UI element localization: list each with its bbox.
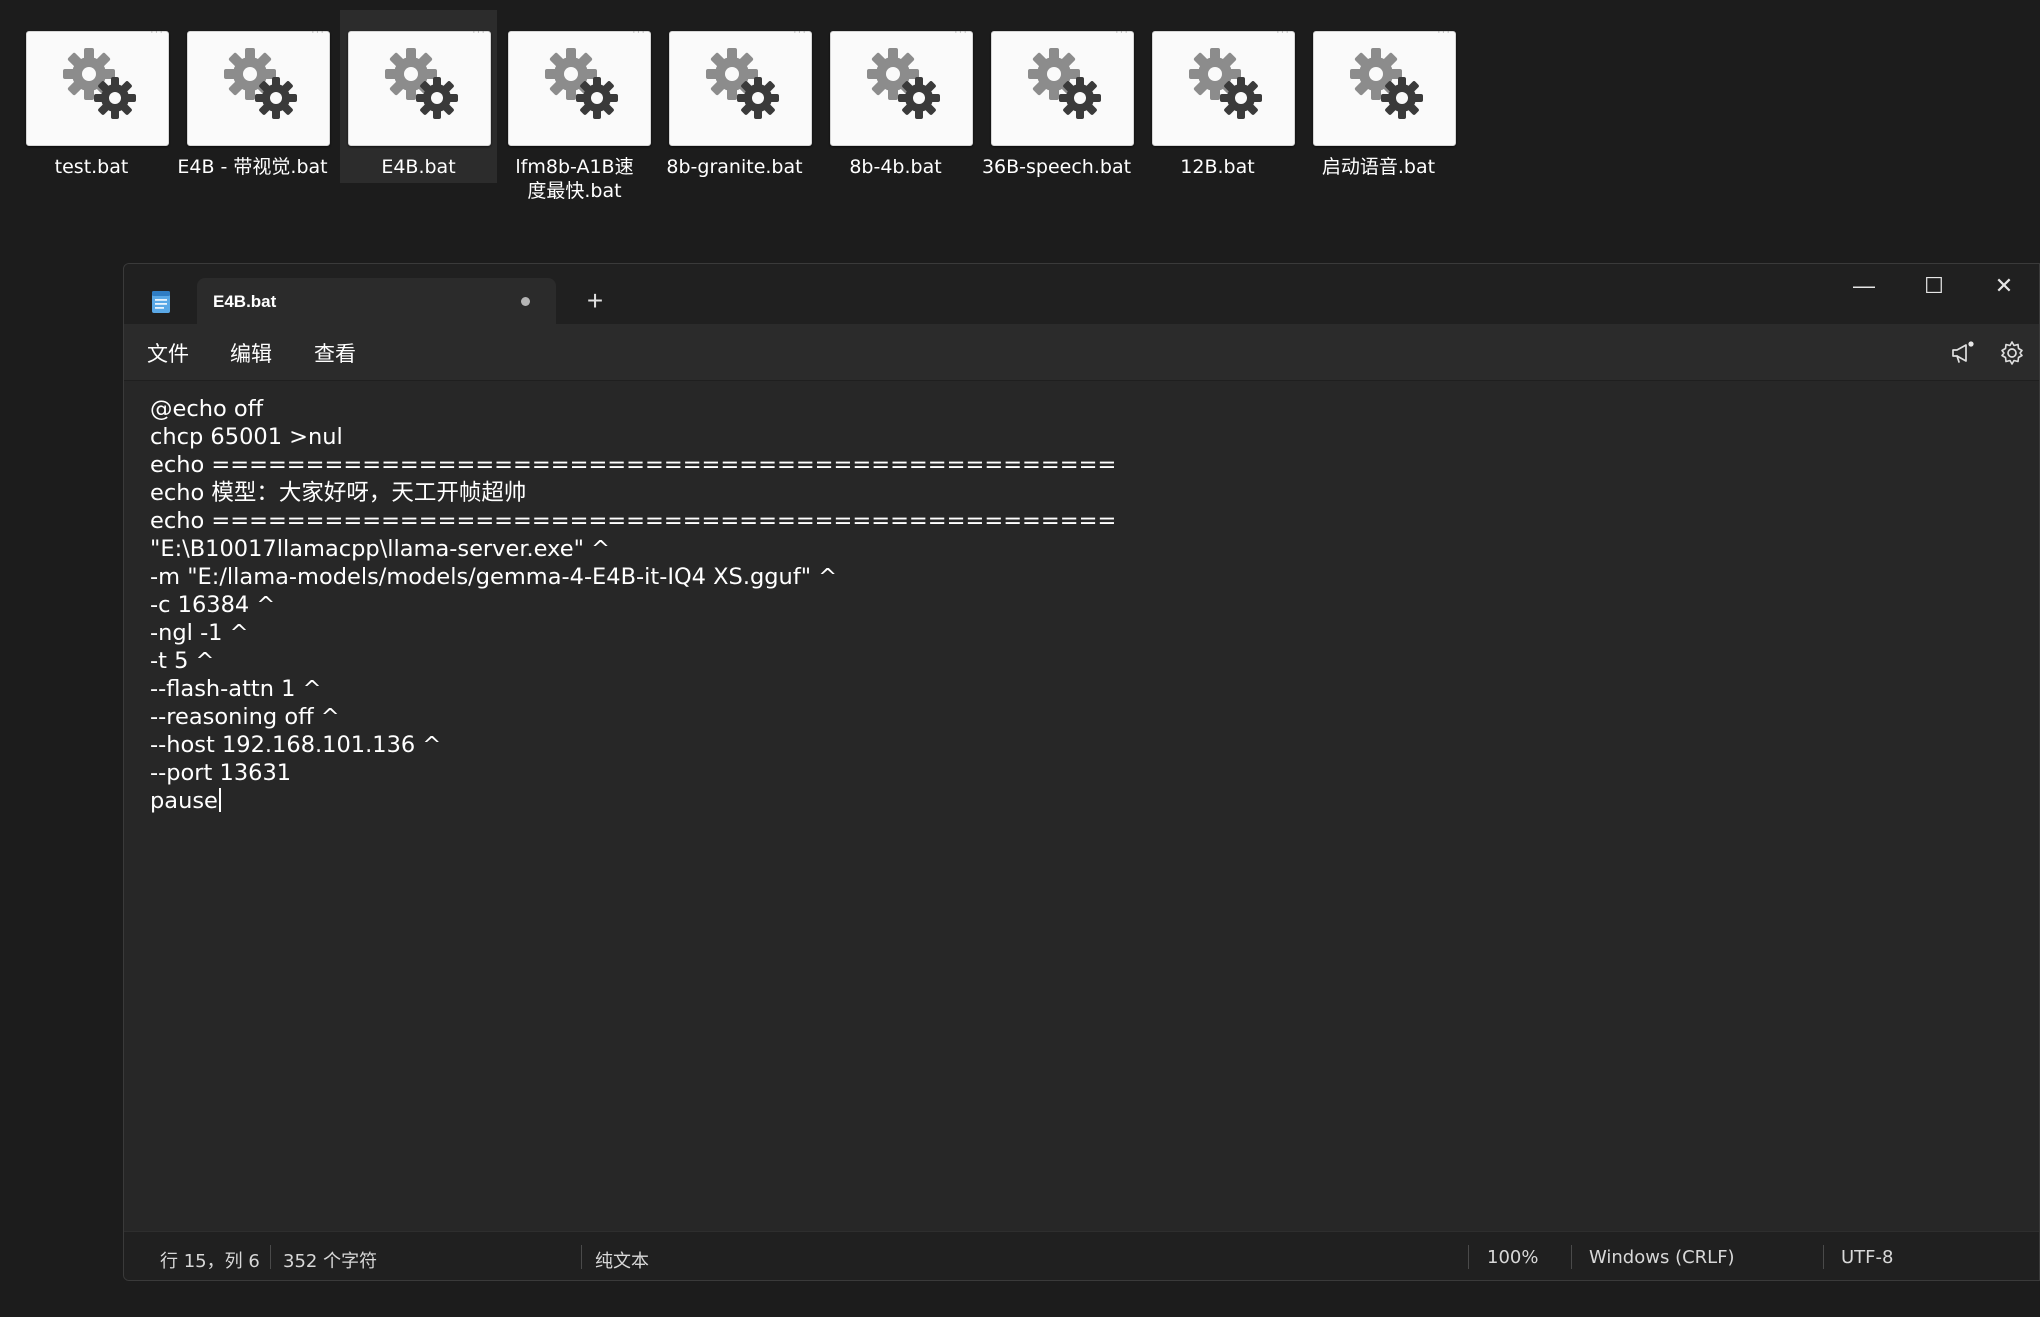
text-format: 纯文本	[595, 1251, 649, 1272]
file-thumbnail: ···	[669, 27, 812, 146]
file-label: E4B - 带视觉.bat	[177, 156, 328, 178]
more-dots-icon: ···	[1276, 26, 1290, 38]
settings-gear-icon	[63, 48, 136, 119]
menu-edit[interactable]: 编辑	[230, 338, 272, 368]
code-line: @echo off	[150, 396, 264, 422]
character-count: 352 个字符	[283, 1251, 378, 1272]
code-line: echo ===================================…	[150, 452, 1117, 478]
menu-view[interactable]: 查看	[314, 338, 356, 368]
code-line: echo ===================================…	[150, 508, 1117, 534]
zoom-level[interactable]: 100%	[1487, 1247, 1538, 1268]
megaphone-icon[interactable]	[1949, 340, 1975, 366]
new-tab-button[interactable]: +	[579, 286, 611, 318]
menu-bar: 文件 编辑 查看	[124, 324, 2039, 381]
code-line: "E:\B10017llamacpp\llama-server.exe" ^	[150, 536, 610, 562]
more-dots-icon: ···	[793, 26, 807, 38]
file-label: 36B-speech.bat	[981, 156, 1132, 178]
file-label: test.bat	[54, 156, 129, 178]
cursor-position: 行 15，列 6	[160, 1251, 260, 1272]
status-divider	[270, 1245, 271, 1269]
file-label: 12B.bat	[1180, 156, 1255, 178]
status-bar: 行 15，列 6 352 个字符 纯文本 100% Windows (CRLF)…	[124, 1231, 2039, 1280]
file-thumbnail: ···	[508, 27, 651, 146]
file-item[interactable]: ··· lfm8b-A1B速度最快.bat	[495, 10, 652, 202]
file-label: lfm8b-A1B速度最快.bat	[515, 156, 634, 202]
more-dots-icon: ···	[1115, 26, 1129, 38]
text-caret	[218, 788, 221, 812]
file-item-selected[interactable]: ··· E4B.bat	[340, 10, 497, 183]
file-thumbnail: ···	[1313, 27, 1456, 146]
settings-gear-icon	[1189, 48, 1262, 119]
file-thumbnail: ···	[1152, 27, 1295, 146]
file-thumbnail: ···	[348, 27, 491, 146]
more-dots-icon: ···	[632, 26, 646, 38]
file-thumbnail: ···	[991, 27, 1134, 146]
minimize-button[interactable]: —	[1829, 264, 1899, 310]
code-line: --port 13631	[150, 760, 292, 786]
code-line: -t 5 ^	[150, 648, 215, 674]
code-line: echo 模型：大家好呀，天工开帧超帅	[150, 480, 527, 506]
file-item[interactable]: ··· 36B-speech.bat	[978, 10, 1135, 183]
more-dots-icon: ···	[150, 26, 164, 38]
code-line: --host 192.168.101.136 ^	[150, 732, 442, 758]
file-grid: ··· test.bat ··· E4B - 带视觉.bat ··· E4B.b…	[0, 0, 1480, 210]
settings-gear-icon	[1028, 48, 1101, 119]
code-line-text: pause	[150, 788, 218, 814]
menu-file[interactable]: 文件	[147, 338, 189, 368]
code-line: --reasoning off ^	[150, 704, 340, 730]
settings-gear-icon	[867, 48, 940, 119]
code-line: -ngl -1 ^	[150, 620, 249, 646]
tab-e4b-bat[interactable]: E4B.bat	[197, 278, 556, 324]
file-thumbnail: ···	[26, 27, 169, 146]
more-dots-icon: ···	[472, 26, 486, 38]
gear-icon[interactable]	[1999, 340, 2025, 366]
text-editor[interactable]: @echo off chcp 65001 >nul echo =========…	[124, 381, 2039, 1167]
line-ending[interactable]: Windows (CRLF)	[1589, 1247, 1735, 1268]
status-divider	[1468, 1245, 1469, 1269]
status-divider	[1571, 1245, 1572, 1269]
status-divider	[1823, 1245, 1824, 1269]
file-label: 8b-granite.bat	[666, 156, 803, 178]
notepad-app-icon	[152, 291, 170, 313]
more-dots-icon: ···	[311, 26, 325, 38]
settings-gear-icon	[1350, 48, 1423, 119]
title-bar[interactable]: E4B.bat + — ☐ ✕	[124, 264, 2039, 324]
file-item[interactable]: ··· 8b-granite.bat	[656, 10, 813, 183]
code-line: -c 16384 ^	[150, 592, 276, 618]
unsaved-dot-icon[interactable]	[521, 297, 530, 306]
file-thumbnail: ···	[187, 27, 330, 146]
code-line: --flash-attn 1 ^	[150, 676, 322, 702]
file-thumbnail: ···	[830, 27, 973, 146]
encoding[interactable]: UTF-8	[1841, 1247, 1893, 1268]
code-line: -m "E:/llama-models/models/gemma-4-E4B-i…	[150, 564, 838, 590]
more-dots-icon: ···	[1437, 26, 1451, 38]
file-item[interactable]: ··· 8b-4b.bat	[817, 10, 974, 183]
code-line-last: pause	[150, 787, 221, 815]
code-line: chcp 65001 >nul	[150, 424, 343, 450]
tab-title: E4B.bat	[213, 292, 277, 311]
settings-gear-icon	[385, 48, 458, 119]
settings-gear-icon	[224, 48, 297, 119]
close-button[interactable]: ✕	[1969, 264, 2039, 310]
status-divider	[581, 1245, 582, 1269]
notepad-window: E4B.bat + — ☐ ✕ 文件 编辑 查看 @echo off chcp …	[123, 263, 2040, 1281]
maximize-button[interactable]: ☐	[1899, 264, 1969, 310]
settings-gear-icon	[545, 48, 618, 119]
file-label: E4B.bat	[381, 156, 456, 178]
file-item[interactable]: ··· 12B.bat	[1139, 10, 1296, 183]
file-label: 启动语音.bat	[1321, 156, 1436, 178]
file-label: 8b-4b.bat	[849, 156, 942, 178]
more-dots-icon: ···	[954, 26, 968, 38]
file-item[interactable]: ··· test.bat	[13, 10, 170, 183]
settings-gear-icon	[706, 48, 779, 119]
file-item[interactable]: ··· 启动语音.bat	[1300, 10, 1457, 183]
file-item[interactable]: ··· E4B - 带视觉.bat	[174, 10, 331, 183]
